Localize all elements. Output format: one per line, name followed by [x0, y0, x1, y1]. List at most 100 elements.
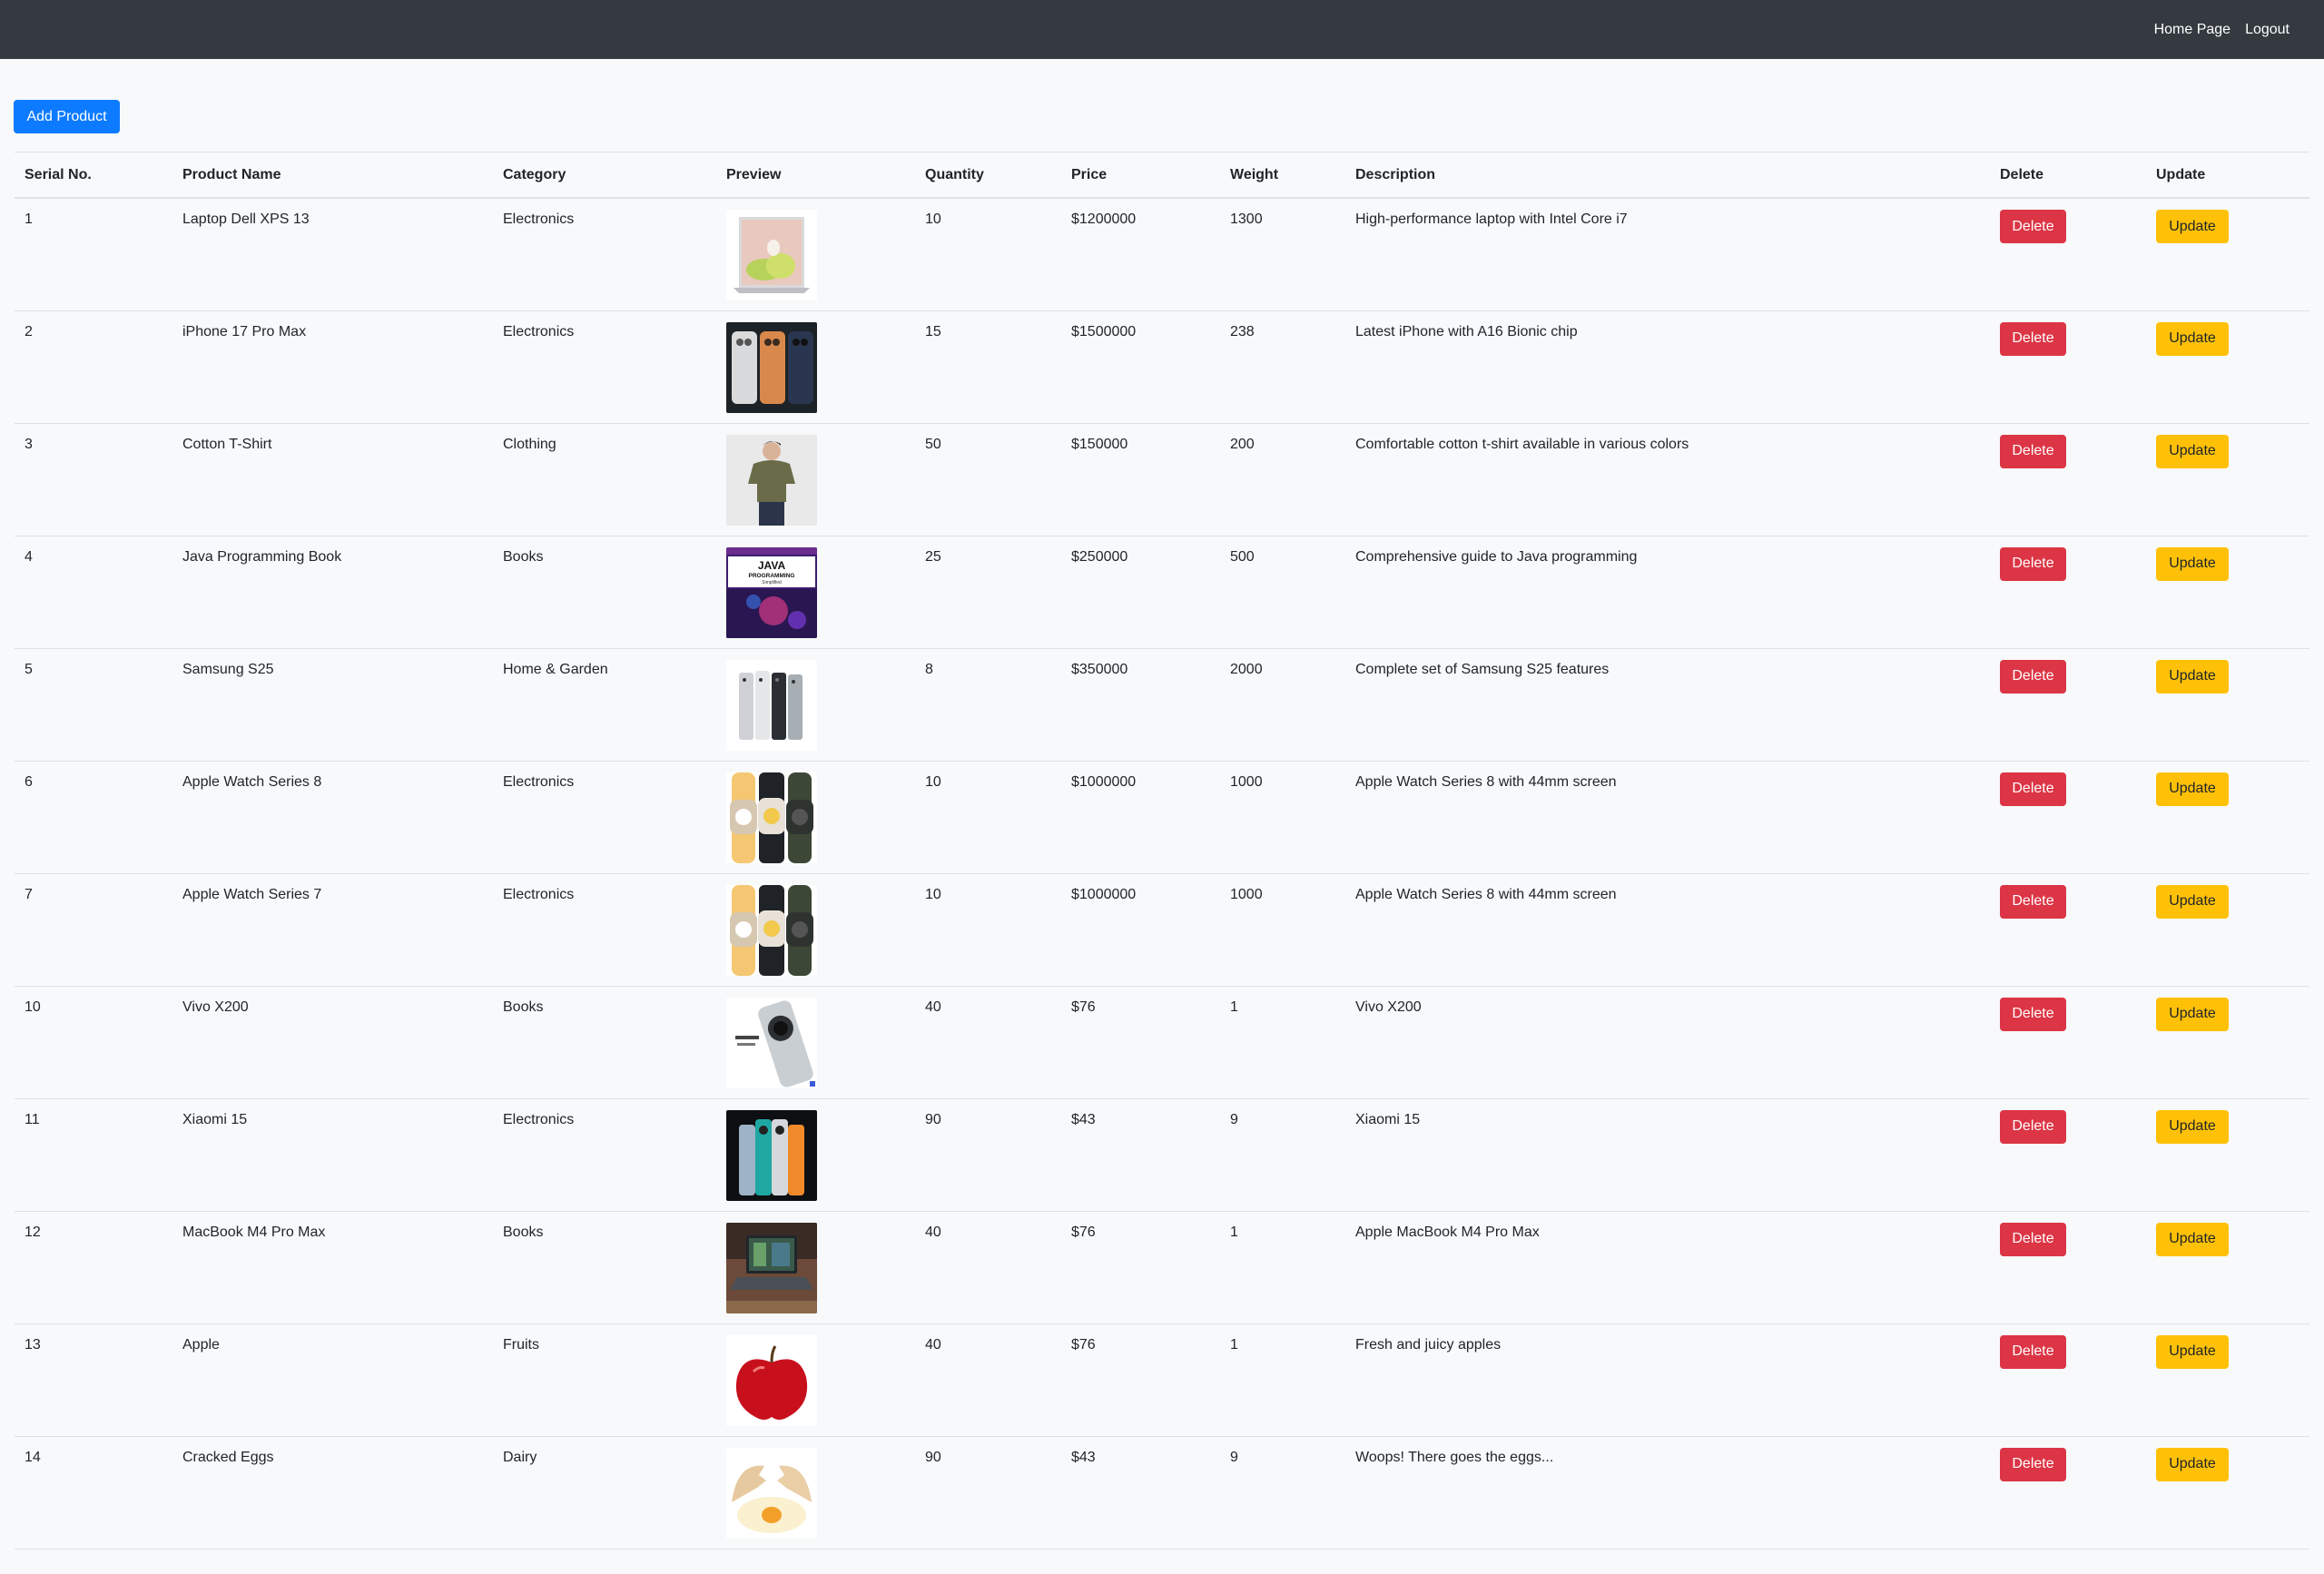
- price-column-header: Price: [1061, 152, 1220, 199]
- delete-cell: Delete: [1990, 1436, 2146, 1549]
- update-cell: Update: [2146, 873, 2309, 987]
- book-cover-tagline: Simplified: [762, 580, 782, 585]
- description-cell: High-performance laptop with Intel Core …: [1345, 198, 1990, 311]
- delete-button[interactable]: Delete: [2000, 772, 2066, 806]
- product-name-cell: Vivo X200: [172, 986, 493, 1099]
- product-name-cell: Cotton T-Shirt: [172, 423, 493, 536]
- delete-cell: Delete: [1990, 1098, 2146, 1212]
- category-cell: Books: [493, 1211, 716, 1324]
- delete-cell: Delete: [1990, 986, 2146, 1099]
- delete-button[interactable]: Delete: [2000, 1334, 2066, 1369]
- product-name-cell: Xiaomi 15: [172, 1098, 493, 1212]
- product-name-cell: Laptop Dell XPS 13: [172, 198, 493, 311]
- weight-cell: 200: [1220, 423, 1345, 536]
- samsung-phones-image: [726, 659, 817, 751]
- preview-cell: [716, 1323, 915, 1437]
- delete-cell: Delete: [1990, 761, 2146, 874]
- category-cell: Fruits: [493, 1323, 716, 1437]
- description-cell: Woops! There goes the eggs...: [1345, 1436, 1990, 1549]
- weight-cell: 9: [1220, 1436, 1345, 1549]
- delete-button[interactable]: Delete: [2000, 210, 2066, 243]
- category-cell: Electronics: [493, 761, 716, 874]
- category-column-header: Category: [493, 152, 716, 199]
- update-button[interactable]: Update: [2156, 546, 2229, 581]
- weight-cell: 500: [1220, 536, 1345, 649]
- weight-cell: 2000: [1220, 648, 1345, 762]
- description-cell: Apple Watch Series 8 with 44mm screen: [1345, 873, 1990, 987]
- delete-button[interactable]: Delete: [2000, 546, 2066, 581]
- quantity-cell: 8: [915, 648, 1061, 762]
- category-cell: Dairy: [493, 1436, 716, 1549]
- update-button[interactable]: Update: [2156, 1447, 2229, 1481]
- update-button[interactable]: Update: [2156, 210, 2229, 243]
- watches-image: [726, 772, 817, 863]
- price-cell: $150000: [1061, 423, 1220, 536]
- laptop-image: [726, 210, 817, 300]
- preview-column-header: Preview: [716, 152, 915, 199]
- description-cell: Latest iPhone with A16 Bionic chip: [1345, 310, 1990, 424]
- quantity-cell: 90: [915, 1436, 1061, 1549]
- update-cell: Update: [2146, 1098, 2309, 1212]
- weight-cell: 1: [1220, 1323, 1345, 1437]
- table-row: 5 Samsung S25 Home & Garden 8 $350000 2000 Co…: [15, 648, 2309, 762]
- update-cell: Update: [2146, 310, 2309, 424]
- update-button[interactable]: Update: [2156, 321, 2229, 356]
- quantity-cell: 40: [915, 986, 1061, 1099]
- table-row: 12 MacBook M4 Pro Max Books 40 $76 1 Apple Ma…: [15, 1211, 2309, 1324]
- delete-button[interactable]: Delete: [2000, 1222, 2066, 1256]
- table-row: 3 Cotton T-Shirt Clothing 50 $150000 200 Comf…: [15, 423, 2309, 536]
- delete-button[interactable]: Delete: [2000, 1447, 2066, 1481]
- update-button[interactable]: Update: [2156, 434, 2229, 468]
- preview-cell: [716, 1211, 915, 1324]
- update-button[interactable]: Update: [2156, 659, 2229, 694]
- delete-button[interactable]: Delete: [2000, 659, 2066, 694]
- price-cell: $76: [1061, 1323, 1220, 1437]
- add-product-button[interactable]: Add Product: [14, 100, 120, 133]
- serial-cell: 2: [15, 310, 172, 424]
- table-row: 2 iPhone 17 Pro Max Electronics 15 $1500000…: [15, 310, 2309, 424]
- price-cell: $1000000: [1061, 761, 1220, 874]
- product-name-cell: Apple: [172, 1323, 493, 1437]
- serial-cell: 10: [15, 986, 172, 1099]
- weight-cell: 1000: [1220, 873, 1345, 987]
- delete-button[interactable]: Delete: [2000, 321, 2066, 356]
- preview-cell: [716, 310, 915, 424]
- delete-button[interactable]: Delete: [2000, 434, 2066, 468]
- delete-button[interactable]: Delete: [2000, 997, 2066, 1031]
- category-cell: Books: [493, 986, 716, 1099]
- product-name-cell: iPhone 17 Pro Max: [172, 310, 493, 424]
- quantity-cell: 40: [915, 1211, 1061, 1324]
- update-button[interactable]: Update: [2156, 1109, 2229, 1144]
- delete-button[interactable]: Delete: [2000, 884, 2066, 919]
- weight-cell: 9: [1220, 1098, 1345, 1212]
- serial-cell: 13: [15, 1323, 172, 1437]
- top-navbar: Home Page Logout: [0, 0, 2324, 59]
- category-cell: Electronics: [493, 873, 716, 987]
- preview-cell: [716, 1098, 915, 1212]
- delete-button[interactable]: Delete: [2000, 1109, 2066, 1144]
- serial-cell: 5: [15, 648, 172, 762]
- update-button[interactable]: Update: [2156, 884, 2229, 919]
- delete-cell: Delete: [1990, 873, 2146, 987]
- category-cell: Clothing: [493, 423, 716, 536]
- update-cell: Update: [2146, 1436, 2309, 1549]
- quantity-cell: 10: [915, 873, 1061, 987]
- home-page-link[interactable]: Home Page: [2154, 22, 2231, 38]
- price-cell: $350000: [1061, 648, 1220, 762]
- update-cell: Update: [2146, 1323, 2309, 1437]
- update-cell: Update: [2146, 1211, 2309, 1324]
- quantity-cell: 40: [915, 1323, 1061, 1437]
- weight-cell: 1: [1220, 986, 1345, 1099]
- table-row: 11 Xiaomi 15 Electronics 90 $43 9 Xiaomi 15 De…: [15, 1098, 2309, 1212]
- nav-links: Home Page Logout: [2154, 0, 2290, 59]
- logout-link[interactable]: Logout: [2245, 22, 2290, 38]
- update-button[interactable]: Update: [2156, 772, 2229, 806]
- update-button[interactable]: Update: [2156, 1334, 2229, 1369]
- table-row: 4 Java Programming Book Books JAVA PROGRAMM…: [15, 536, 2309, 649]
- update-button[interactable]: Update: [2156, 1222, 2229, 1256]
- quantity-cell: 10: [915, 761, 1061, 874]
- update-button[interactable]: Update: [2156, 997, 2229, 1031]
- product-name-cell: Java Programming Book: [172, 536, 493, 649]
- watches-image: [726, 884, 817, 976]
- quantity-cell: 15: [915, 310, 1061, 424]
